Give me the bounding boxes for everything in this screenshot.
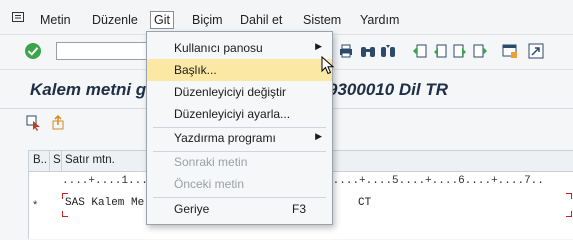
- menu-item-previous-text: Önceki metin: [147, 173, 332, 195]
- submenu-arrow-icon: ▶: [315, 131, 322, 141]
- page-title-suffix: 9300010 Dil TR: [328, 80, 449, 99]
- ok-icon[interactable]: [24, 42, 42, 60]
- column-header-s[interactable]: S: [53, 154, 61, 166]
- first-page-icon[interactable]: [412, 43, 428, 59]
- find-icon[interactable]: [360, 43, 376, 59]
- column-divider: [61, 151, 62, 171]
- menu-duzenle[interactable]: Düzenle: [92, 13, 138, 27]
- menu-item-label: Düzenleyiciyi ayarla...: [174, 107, 291, 121]
- mouse-cursor-icon: [321, 56, 335, 75]
- menu-item-configure-editor[interactable]: Düzenleyiciyi ayarla...: [147, 103, 332, 125]
- menu-bicim[interactable]: Biçim: [192, 13, 223, 27]
- menu-item-header[interactable]: Başlık...: [147, 59, 332, 81]
- menu-item-label: Yazdırma programı: [174, 131, 276, 145]
- select-icon[interactable]: [26, 115, 42, 131]
- menu-dahil-et[interactable]: Dahil et: [240, 13, 282, 27]
- menu-item-back[interactable]: Geriye F3: [147, 198, 332, 220]
- column-divider: [49, 151, 50, 171]
- text-line-input[interactable]: SAS Kalem Me: [65, 197, 144, 209]
- menu-bar: Metin Düzenle Git Biçim Dahil et Sistem …: [0, 0, 573, 35]
- menu-item-clipboard[interactable]: Kullanıcı panosu ▶: [147, 37, 332, 59]
- menu-item-print-program[interactable]: Yazdırma programı ▶: [147, 127, 332, 149]
- new-session-icon[interactable]: [502, 43, 518, 59]
- row-marker: *: [33, 199, 38, 211]
- shortcut-icon[interactable]: [528, 43, 544, 59]
- page-title: Kalem metni g: [30, 80, 147, 99]
- selection-corner: [62, 211, 68, 217]
- menu-item-label: Başlık...: [174, 63, 217, 77]
- print-icon[interactable]: [338, 43, 354, 59]
- command-field[interactable]: [56, 42, 156, 60]
- menu-item-shortcut: F3: [291, 202, 306, 216]
- last-page-icon[interactable]: [472, 43, 488, 59]
- app-menu-icon[interactable]: [12, 12, 26, 23]
- menu-item-label: Kullanıcı panosu: [174, 41, 263, 55]
- next-page-icon[interactable]: [452, 43, 468, 59]
- selection-corner: [566, 193, 572, 199]
- text-line-input-end[interactable]: CT: [358, 197, 371, 209]
- menu-item-label: Önceki metin: [174, 177, 245, 191]
- menu-item-next-text: Sonraki metin: [147, 151, 332, 173]
- export-icon[interactable]: [50, 115, 66, 131]
- submenu-arrow-icon: ▶: [315, 41, 322, 51]
- column-header-line-text[interactable]: Satır mtn.: [65, 154, 115, 166]
- menu-item-label: Sonraki metin: [174, 155, 248, 169]
- menu-item-label: Geriye: [174, 202, 210, 216]
- find-next-icon[interactable]: [380, 43, 396, 59]
- menu-metin[interactable]: Metin: [40, 13, 71, 27]
- menu-item-label: Düzenleyiciyi değiştir: [174, 85, 287, 99]
- menu-yardim[interactable]: Yardım: [360, 13, 399, 27]
- menu-sistem[interactable]: Sistem: [303, 13, 341, 27]
- menu-git[interactable]: Git: [150, 11, 174, 29]
- git-dropdown-menu: Kullanıcı panosu ▶ Başlık... Düzenleyici…: [146, 31, 333, 225]
- column-header-b[interactable]: B..: [33, 154, 47, 166]
- previous-page-icon[interactable]: [432, 43, 448, 59]
- selection-corner: [566, 211, 572, 217]
- menu-item-change-editor[interactable]: Düzenleyiciyi değiştir: [147, 81, 332, 103]
